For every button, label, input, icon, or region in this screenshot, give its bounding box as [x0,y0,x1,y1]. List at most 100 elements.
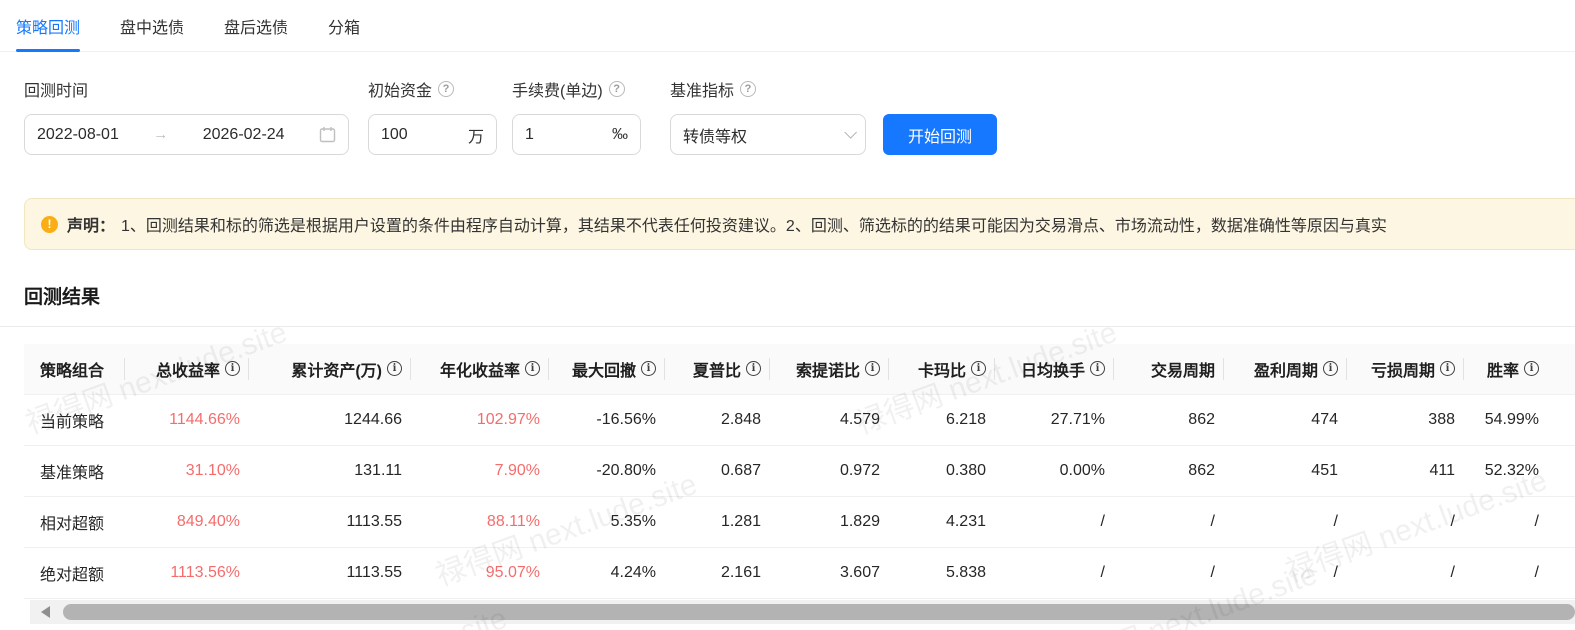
cell-losing-periods: / [1346,495,1463,547]
header-winning-periods: 盈利周期 i [1223,344,1346,394]
cell-win-rate: 54.99% [1463,393,1547,445]
table-row: 相对超额 849.40% 1113.55 88.11% 5.35% 1.281 … [24,495,1575,547]
tab-afterhours-bond-select[interactable]: 盘后选债 [224,0,288,51]
cell-cumulative-assets: 131.11 [248,444,410,496]
cell-calmar: 6.218 [888,393,994,445]
row-name: 相对超额 [24,495,124,547]
cell-total-return: 31.10% [124,444,248,496]
info-icon[interactable]: i [1090,361,1105,377]
fee-unit: ‰ [612,125,628,143]
benchmark-help-icon[interactable]: ? [740,81,757,97]
header-trading-periods: 交易周期 [1113,344,1223,394]
cell-max-drawdown: 4.24% [548,546,664,599]
initial-capital-value[interactable]: 100 [381,126,408,144]
initial-capital-label: 初始资金 ? [368,78,512,100]
cell-winning-periods: / [1223,546,1346,599]
cell-losing-periods: / [1346,546,1463,599]
cell-trading-periods: / [1113,495,1223,547]
header-daily-turnover: 日均换手 i [994,344,1113,394]
backtest-form: 回测时间 2022-08-01 → 2026-02-24 初始资金 ? 100 … [0,78,1575,155]
warning-icon: ! [41,215,58,233]
cell-losing-periods: 411 [1346,444,1463,496]
header-sharpe: 夏普比 i [664,344,769,394]
results-table: 策略组合 总收益率 i 累计资产(万) i 年化收益率 i 最大回撤 i 夏普比 i 索提… [24,344,1575,599]
cell-total-return: 1144.66% [124,393,248,445]
cell-cumulative-assets: 1113.55 [248,546,410,599]
cell-winning-periods: 451 [1223,444,1346,496]
cell-calmar: 5.838 [888,546,994,599]
tab-strategy-backtest[interactable]: 策略回测 [16,0,81,52]
results-table-wrap: 策略组合 总收益率 i 累计资产(万) i 年化收益率 i 最大回撤 i 夏普比 i 索提… [24,344,1575,599]
cell-total-return: 849.40% [124,495,248,547]
disclaimer-text: 1、回测结果和标的筛选是根据用户设置的条件由程序自动计算，其结果不代表任何投资建… [121,218,1387,235]
scroll-left-arrow-icon[interactable] [41,606,50,618]
info-icon[interactable]: i [1524,361,1539,377]
cell-sharpe: 2.848 [664,393,769,445]
cell-daily-turnover: 0.00% [994,444,1113,496]
cell-annualized-return: 88.11% [410,495,548,547]
horizontal-scrollbar[interactable] [30,600,1575,624]
header-sortino: 索提诺比 i [769,344,888,394]
calendar-icon[interactable] [319,126,336,143]
cell-win-rate: / [1463,546,1547,599]
date-range-arrow-icon: → [153,126,169,143]
start-backtest-button[interactable]: 开始回测 [883,114,997,155]
benchmark-label: 基准指标 ? [670,78,883,100]
initial-capital-help-icon[interactable]: ? [438,81,455,97]
info-icon[interactable]: i [387,361,402,377]
header-total-return: 总收益率 i [124,344,248,394]
header-strategy-combo: 策略组合 [24,344,124,394]
cell-sharpe: 0.687 [664,444,769,496]
cell-daily-turnover: / [994,495,1113,547]
cell-max-drawdown: -16.56% [548,393,664,445]
tab-binning[interactable]: 分箱 [328,0,360,51]
info-icon[interactable]: i [971,361,986,377]
fee-input[interactable]: 1 ‰ [512,114,641,155]
cell-sortino: 4.579 [769,393,888,445]
header-max-drawdown: 最大回撤 i [548,344,664,394]
date-end-value[interactable]: 2026-02-24 [203,126,285,144]
header-annualized-return: 年化收益率 i [410,344,548,394]
tab-intraday-bond-select[interactable]: 盘中选债 [120,0,184,51]
cell-trading-periods: 862 [1113,393,1223,445]
cell-cumulative-assets: 1244.66 [248,393,410,445]
cell-sortino: 3.607 [769,546,888,599]
backtest-time-label-text: 回测时间 [24,83,89,100]
table-row: 当前策略 1144.66% 1244.66 102.97% -16.56% 2.… [24,393,1575,445]
fee-value[interactable]: 1 [525,126,534,144]
date-start-value[interactable]: 2022-08-01 [37,126,119,144]
cell-losing-periods: 388 [1346,393,1463,445]
info-icon[interactable]: i [1440,361,1455,377]
fee-help-icon[interactable]: ? [608,81,625,97]
table-filler-column [1547,344,1575,394]
benchmark-label-text: 基准指标 [670,83,735,100]
cell-max-drawdown: 5.35% [548,495,664,547]
cell-annualized-return: 102.97% [410,393,548,445]
cell-winning-periods: 474 [1223,393,1346,445]
row-name: 当前策略 [24,393,124,445]
benchmark-select[interactable]: 转债等权 [670,114,866,155]
cell-filler [1547,495,1575,547]
cell-win-rate: 52.32% [1463,444,1547,496]
header-calmar: 卡玛比 i [888,344,994,394]
initial-capital-label-text: 初始资金 [368,83,433,100]
cell-sortino: 0.972 [769,444,888,496]
info-icon[interactable]: i [641,361,656,377]
info-icon[interactable]: i [525,361,540,377]
cell-daily-turnover: 27.71% [994,393,1113,445]
info-icon[interactable]: i [225,361,240,377]
results-title: 回测结果 [24,287,101,308]
info-icon[interactable]: i [865,361,880,377]
cell-sharpe: 2.161 [664,546,769,599]
cell-filler [1547,393,1575,445]
date-range-input[interactable]: 2022-08-01 → 2026-02-24 [24,114,349,155]
info-icon[interactable]: i [1323,361,1338,377]
info-icon[interactable]: i [746,361,761,377]
benchmark-selected-value: 转债等权 [683,128,748,146]
cell-sharpe: 1.281 [664,495,769,547]
scrollbar-thumb[interactable] [63,604,1575,620]
cell-trading-periods: / [1113,546,1223,599]
initial-capital-input[interactable]: 100 万 [368,114,497,155]
header-cumulative-assets: 累计资产(万) i [248,344,410,394]
cell-calmar: 4.231 [888,495,994,547]
